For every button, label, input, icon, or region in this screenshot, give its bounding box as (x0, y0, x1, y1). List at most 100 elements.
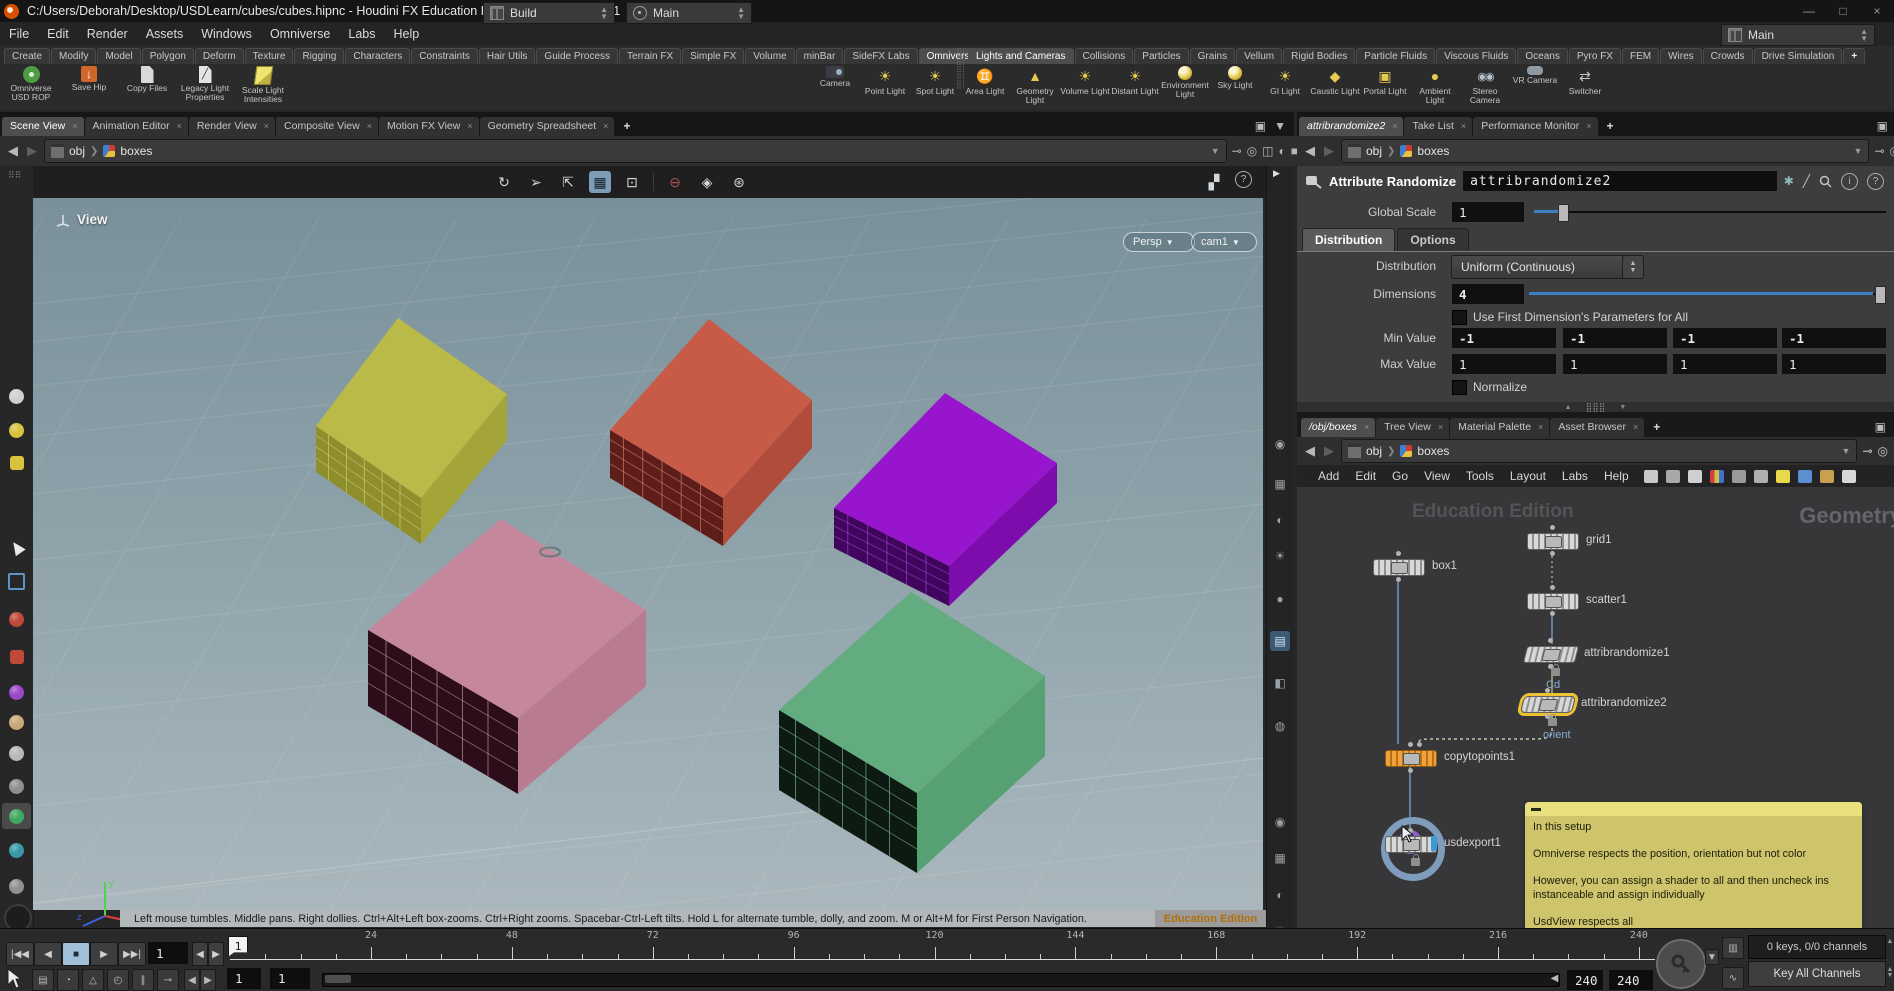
pane-tab-animation-editor[interactable]: Animation Editor× (85, 117, 188, 136)
go-end-button[interactable]: ▶▶| (118, 942, 146, 966)
scoped-channels-icon[interactable]: ▤ (32, 969, 54, 991)
min-value-field-3[interactable]: -1 (1782, 328, 1886, 348)
play-button[interactable]: ▶ (90, 942, 118, 966)
path-field[interactable]: obj❯boxes▼ (1341, 439, 1857, 463)
shelf-tool-volume-light[interactable]: ☀Volume Light (1060, 64, 1110, 96)
forward-icon[interactable]: ▶ (25, 143, 39, 159)
smooth-shaded-icon[interactable]: ● (1270, 589, 1290, 609)
pane-tab-composite-view[interactable]: Composite View× (276, 117, 378, 136)
network-menu-edit[interactable]: Edit (1348, 469, 1383, 483)
pin-icon[interactable]: ⊸ (1874, 144, 1884, 158)
shelf-tab-polygon[interactable]: Polygon (142, 48, 194, 64)
camera-selector[interactable]: cam1▼ (1191, 232, 1257, 252)
node-attribrandomize2[interactable]: attribrandomize2orient (1522, 696, 1574, 713)
grid-icon[interactable] (1732, 470, 1746, 483)
shelf-tool-scale-light-intensities[interactable]: Scale Light Intensities (234, 64, 292, 104)
back-icon[interactable]: ◀ (1303, 143, 1317, 159)
next-key-button[interactable]: ▶ (208, 942, 224, 966)
shelf-tab-fem[interactable]: FEM (1622, 48, 1659, 64)
close-tab-icon[interactable]: × (467, 121, 472, 131)
output-connector[interactable] (1550, 611, 1555, 616)
shadows-icon[interactable]: ◧ (1270, 673, 1290, 693)
spinner-icon[interactable]: ▲▼ (600, 6, 608, 20)
pin-icon[interactable]: ⊸ (1232, 144, 1242, 158)
node-scatter1[interactable]: scatter1 (1527, 593, 1579, 610)
tick-display-icon[interactable]: ∥ (132, 969, 154, 991)
shelf-tab-texture[interactable]: Texture (245, 48, 294, 64)
shelf-tool-vr-camera[interactable]: VR Camera (1510, 64, 1560, 85)
tool-operations-icon[interactable] (6, 386, 27, 407)
output-connector[interactable] (1550, 551, 1555, 556)
dimensions-slider[interactable] (1529, 284, 1885, 304)
pose-tool-icon[interactable]: ◈ (696, 171, 718, 193)
menu-windows[interactable]: Windows (192, 27, 261, 41)
snapping-toggle-icon[interactable]: ⊖ (664, 171, 686, 193)
step-back-button[interactable]: ◀ (34, 942, 62, 966)
toolbar-drag-handle[interactable]: ⠿⠿ (8, 170, 21, 181)
close-tab-icon[interactable]: × (367, 121, 372, 131)
projection-selector[interactable]: Persp▼ (1123, 232, 1195, 252)
node-copytopoints1[interactable]: copytopoints1 (1385, 750, 1437, 767)
input-connector[interactable] (1545, 688, 1550, 693)
shelf-tab-terrain-fx[interactable]: Terrain FX (619, 48, 681, 64)
input-connector[interactable] (1548, 638, 1553, 643)
path-segment-obj[interactable]: obj (1366, 444, 1382, 458)
forward-icon[interactable]: ▶ (1322, 143, 1336, 159)
tool-select-icon[interactable] (6, 537, 27, 558)
shelf-tool-spot-light[interactable]: ☀Spot Light (910, 64, 960, 96)
path-field[interactable]: obj❯boxes▼ (1341, 139, 1869, 163)
parameter-scrollbar[interactable]: ▲⣿⣿⣿▼ (1297, 402, 1894, 412)
pane-menu-icon[interactable]: ▼ (1274, 119, 1286, 133)
render-flag[interactable] (1431, 836, 1437, 851)
pane-split-icon[interactable]: ▣ (1875, 420, 1886, 434)
input-connector[interactable] (1408, 742, 1413, 747)
output-connector[interactable] (1408, 768, 1413, 773)
network-menu-view[interactable]: View (1417, 469, 1457, 483)
forward-icon[interactable]: ▶ (1322, 443, 1336, 459)
realtime-toggle-icon[interactable]: ◴ (107, 969, 129, 991)
shelf-tab-particle-fluids[interactable]: Particle Fluids (1356, 48, 1435, 64)
path-segment-obj[interactable]: obj (69, 144, 85, 158)
tool-box-icon[interactable] (6, 452, 27, 473)
new-pane-tab-button[interactable]: + (1599, 116, 1622, 136)
shelf-tool-copy-files[interactable]: Copy Files (118, 64, 176, 93)
pin-icon[interactable]: ⊸ (1862, 444, 1872, 458)
shelf-tab-volume[interactable]: Volume (745, 48, 794, 64)
node-body[interactable] (1527, 533, 1579, 550)
timeline-ruler[interactable] (230, 959, 1655, 960)
path-segment-boxes[interactable]: boxes (120, 144, 152, 158)
shelf-tab-constraints[interactable]: Constraints (411, 48, 478, 64)
shelf-tab-oceans[interactable]: Oceans (1517, 48, 1567, 64)
set-key-button[interactable] (1656, 939, 1706, 989)
spinner-icon[interactable]: ▲▼ (1886, 967, 1894, 979)
menu-labs[interactable]: Labs (339, 27, 384, 41)
tool-cloth-icon[interactable] (6, 682, 27, 703)
shelf-tool-stereo-camera[interactable]: ◉◉Stereo Camera (1460, 64, 1510, 105)
path-segment-boxes[interactable]: boxes (1417, 444, 1449, 458)
shelf-tool-ambient-light[interactable]: ●Ambient Light (1410, 64, 1460, 105)
radial-menu-icon[interactable]: ◎ (1247, 144, 1257, 158)
view-persp-icon[interactable]: ◉ (1270, 434, 1290, 454)
shelf-tab-minbar[interactable]: minBar (796, 48, 844, 64)
tool-rbd-icon[interactable] (6, 646, 27, 667)
go-start-button[interactable]: |◀◀ (6, 942, 34, 966)
spinner-icon[interactable]: ▲▼ (737, 6, 745, 20)
shelf-tool-sky-light[interactable]: Sky Light (1210, 64, 1260, 90)
shelf-tool-portal-light[interactable]: ▣Portal Light (1360, 64, 1410, 96)
node-body[interactable] (1385, 750, 1437, 767)
shelf-tool-point-light[interactable]: ☀Point Light (860, 64, 910, 96)
list-icon[interactable] (1688, 470, 1702, 483)
menu-edit[interactable]: Edit (38, 27, 78, 41)
tool-muscle-icon[interactable] (6, 776, 27, 797)
network-tab-material-palette[interactable]: Material Palette× (1450, 418, 1549, 437)
shelf-tab-modify[interactable]: Modify (51, 48, 96, 64)
shelf-tab-wires[interactable]: Wires (1660, 48, 1702, 64)
key-options-dropdown[interactable]: ▼ (1705, 949, 1719, 965)
new-network-tab-button[interactable]: + (1645, 417, 1668, 437)
pane-tab-motion-fx-view[interactable]: Motion FX View× (379, 117, 479, 136)
shelf-tab-deform[interactable]: Deform (195, 48, 244, 64)
display-options-icon[interactable]: ▤ (1270, 631, 1290, 651)
snapshot-icon[interactable]: ◫ (1262, 144, 1273, 158)
shelf-tool-caustic-light[interactable]: ◆Caustic Light (1310, 64, 1360, 96)
close-tab-icon[interactable]: × (72, 121, 77, 131)
